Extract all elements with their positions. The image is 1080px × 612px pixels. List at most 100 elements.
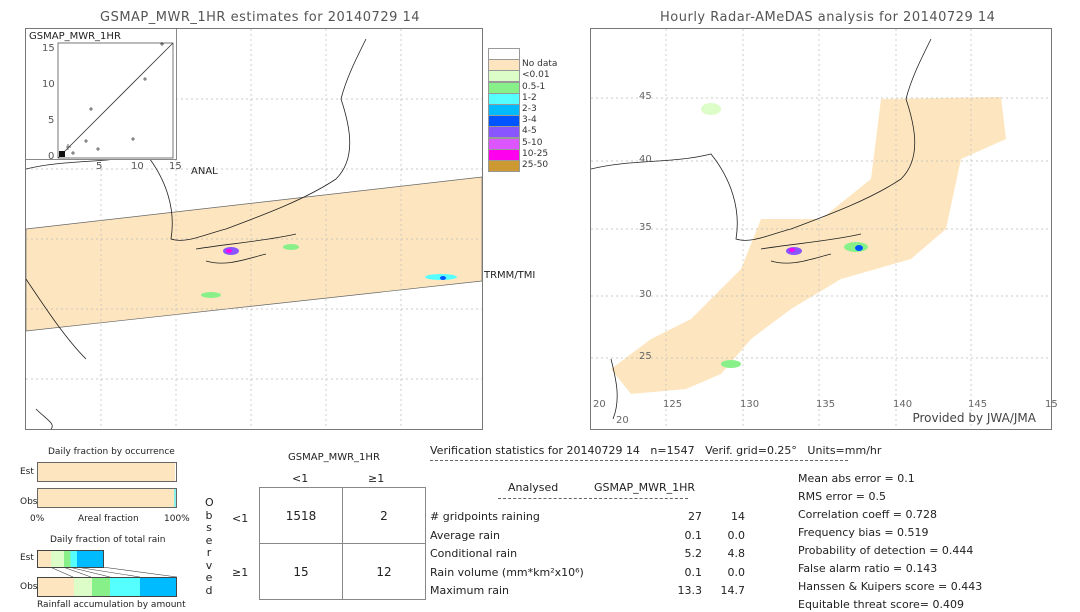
contingency-table: 1518 2 15 12 — [259, 487, 426, 600]
stat-est: 4.8 — [727, 547, 746, 560]
score-line: Mean abs error = 0.1 — [798, 472, 915, 485]
inset-ylabel: GSMAP_MWR_1HR — [29, 31, 121, 42]
cell: 1518 — [259, 487, 343, 544]
legend-label: 3-4 — [522, 115, 537, 126]
stat-est: 14.7 — [720, 584, 746, 597]
legend-label: 5-10 — [522, 137, 543, 148]
stat-est: 0.0 — [727, 565, 746, 579]
col-header: ≥1 — [368, 472, 385, 485]
cell: 2 — [342, 487, 426, 544]
swath-label: TRMM/TMI — [484, 270, 536, 281]
legend-label: 1-2 — [522, 92, 537, 103]
legend-swatch — [488, 104, 520, 116]
score-line: Equitable threat score= 0.409 — [798, 598, 964, 611]
legend-swatch — [488, 137, 520, 150]
total-rain-obs-bar — [37, 577, 177, 597]
legend-swatch — [488, 148, 520, 161]
stat-label: Maximum rain — [430, 584, 509, 597]
stat-label: Rain volume (mm*km²x10⁶) — [430, 565, 584, 579]
legend-swatch — [488, 126, 520, 139]
lon-tick: 145 — [968, 399, 988, 410]
lat-tick: 40 — [639, 154, 652, 165]
est-label: Est — [20, 467, 34, 477]
legend-label: No data — [522, 59, 558, 70]
row-header: ≥1 — [232, 566, 249, 579]
lon-tick: 130 — [740, 399, 760, 410]
cell: 12 — [342, 543, 426, 600]
lat-tick: 25 — [639, 351, 652, 362]
stats-header: Verification statistics for 20140729 14 … — [430, 444, 882, 457]
inset-xtick: 5 — [96, 161, 103, 172]
legend-label: 0.5-1 — [522, 81, 546, 92]
legend-label: 10-25 — [522, 148, 549, 159]
lat-tick: 30 — [639, 289, 652, 300]
col-est: GSMAP_MWR_1HR — [594, 481, 696, 494]
stat-analysed: 27 — [688, 510, 702, 523]
legend-label: 25-50 — [522, 160, 549, 170]
lat-tick: 35 — [639, 222, 652, 233]
score-line: False alarm ratio = 0.143 — [798, 562, 938, 575]
legend-swatch — [488, 48, 520, 60]
stat-label: Average rain — [430, 528, 500, 542]
score-line: RMS error = 0.5 — [798, 490, 886, 503]
row-header: <1 — [232, 512, 249, 525]
obs-label: Obs — [20, 582, 38, 592]
lat-tick: 20 — [616, 415, 629, 426]
stat-analysed: 0.1 — [684, 565, 703, 579]
occurrence-title: Daily fraction by occurrence — [48, 447, 175, 457]
stat-analysed: 13.3 — [677, 584, 703, 597]
occurrence-est-bar — [37, 462, 177, 482]
legend-swatch — [488, 92, 520, 105]
inset-ytick: 5 — [48, 115, 55, 126]
total-rain-est-bar — [37, 550, 104, 568]
left-map: GSMAP_MWR_1HR 0 5 10 15 5 10 15 ANAL — [25, 28, 483, 430]
score-line: Probability of detection = 0.444 — [798, 544, 974, 557]
legend-label: 4-5 — [522, 126, 537, 137]
legend-swatch — [488, 59, 520, 72]
stat-label: # gridpoints raining — [430, 510, 540, 523]
inset-ytick: 15 — [42, 43, 55, 54]
divider — [430, 460, 848, 461]
legend-label: <0.01 — [522, 70, 550, 81]
obs-label: Obs — [20, 497, 38, 507]
right-map: 45 40 35 30 25 20 125 130 135 140 145 15 20 Provided… — [590, 28, 1058, 430]
lon-tick: 125 — [663, 399, 683, 410]
total-rain-title: Daily fraction of total rain — [50, 535, 166, 545]
divider — [498, 498, 688, 499]
lon-tick: 15 — [1045, 399, 1058, 410]
lon-tick: 135 — [816, 399, 836, 410]
stat-analysed: 0.1 — [684, 528, 703, 542]
stat-label: Conditional rain — [430, 547, 518, 560]
stat-est: 0.0 — [727, 528, 746, 542]
axis-100: 100% — [164, 514, 190, 524]
score-line: Hanssen & Kuipers score = 0.443 — [798, 580, 983, 593]
stat-analysed: 5.2 — [684, 547, 703, 560]
legend-swatch — [488, 70, 520, 83]
inset-ytick: 0 — [48, 151, 55, 162]
inset-xtick: 15 — [169, 161, 182, 172]
stat-est: 14 — [731, 510, 745, 523]
lon-tick: 20 — [593, 399, 606, 410]
legend-swatch — [488, 81, 520, 94]
lat-tick: 45 — [639, 91, 652, 102]
total-rain-xlabel: Rainfall accumulation by amount — [37, 600, 186, 610]
legend-label: 2-3 — [522, 104, 537, 114]
credit-text: Provided by JWA/JMA — [912, 411, 1036, 425]
col-header: <1 — [292, 472, 309, 485]
occurrence-obs-bar — [37, 488, 177, 508]
inset-xtick: 10 — [131, 161, 144, 172]
col-analysed: Analysed — [508, 481, 559, 494]
legend-swatch — [488, 160, 520, 172]
right-map-title: Hourly Radar-AMeDAS analysis for 2014072… — [660, 10, 996, 25]
est-label: Est — [20, 553, 34, 563]
scatter-inset: GSMAP_MWR_1HR 0 5 10 15 — [26, 29, 177, 162]
left-map-title: GSMAP_MWR_1HR estimates for 20140729 14 — [100, 10, 421, 25]
axis-label: Areal fraction — [78, 514, 139, 524]
axis-0: 0% — [30, 514, 45, 524]
cell: 15 — [259, 543, 343, 600]
score-line: Frequency bias = 0.519 — [798, 526, 929, 539]
color-legend: No data <0.01 0.5-1 1-2 2-3 3-4 4-5 5-10 10-25 25… — [488, 48, 558, 178]
inset-xlabel: ANAL — [191, 166, 218, 177]
contingency-title: GSMAP_MWR_1HR — [288, 452, 380, 463]
lon-tick: 140 — [893, 399, 913, 410]
